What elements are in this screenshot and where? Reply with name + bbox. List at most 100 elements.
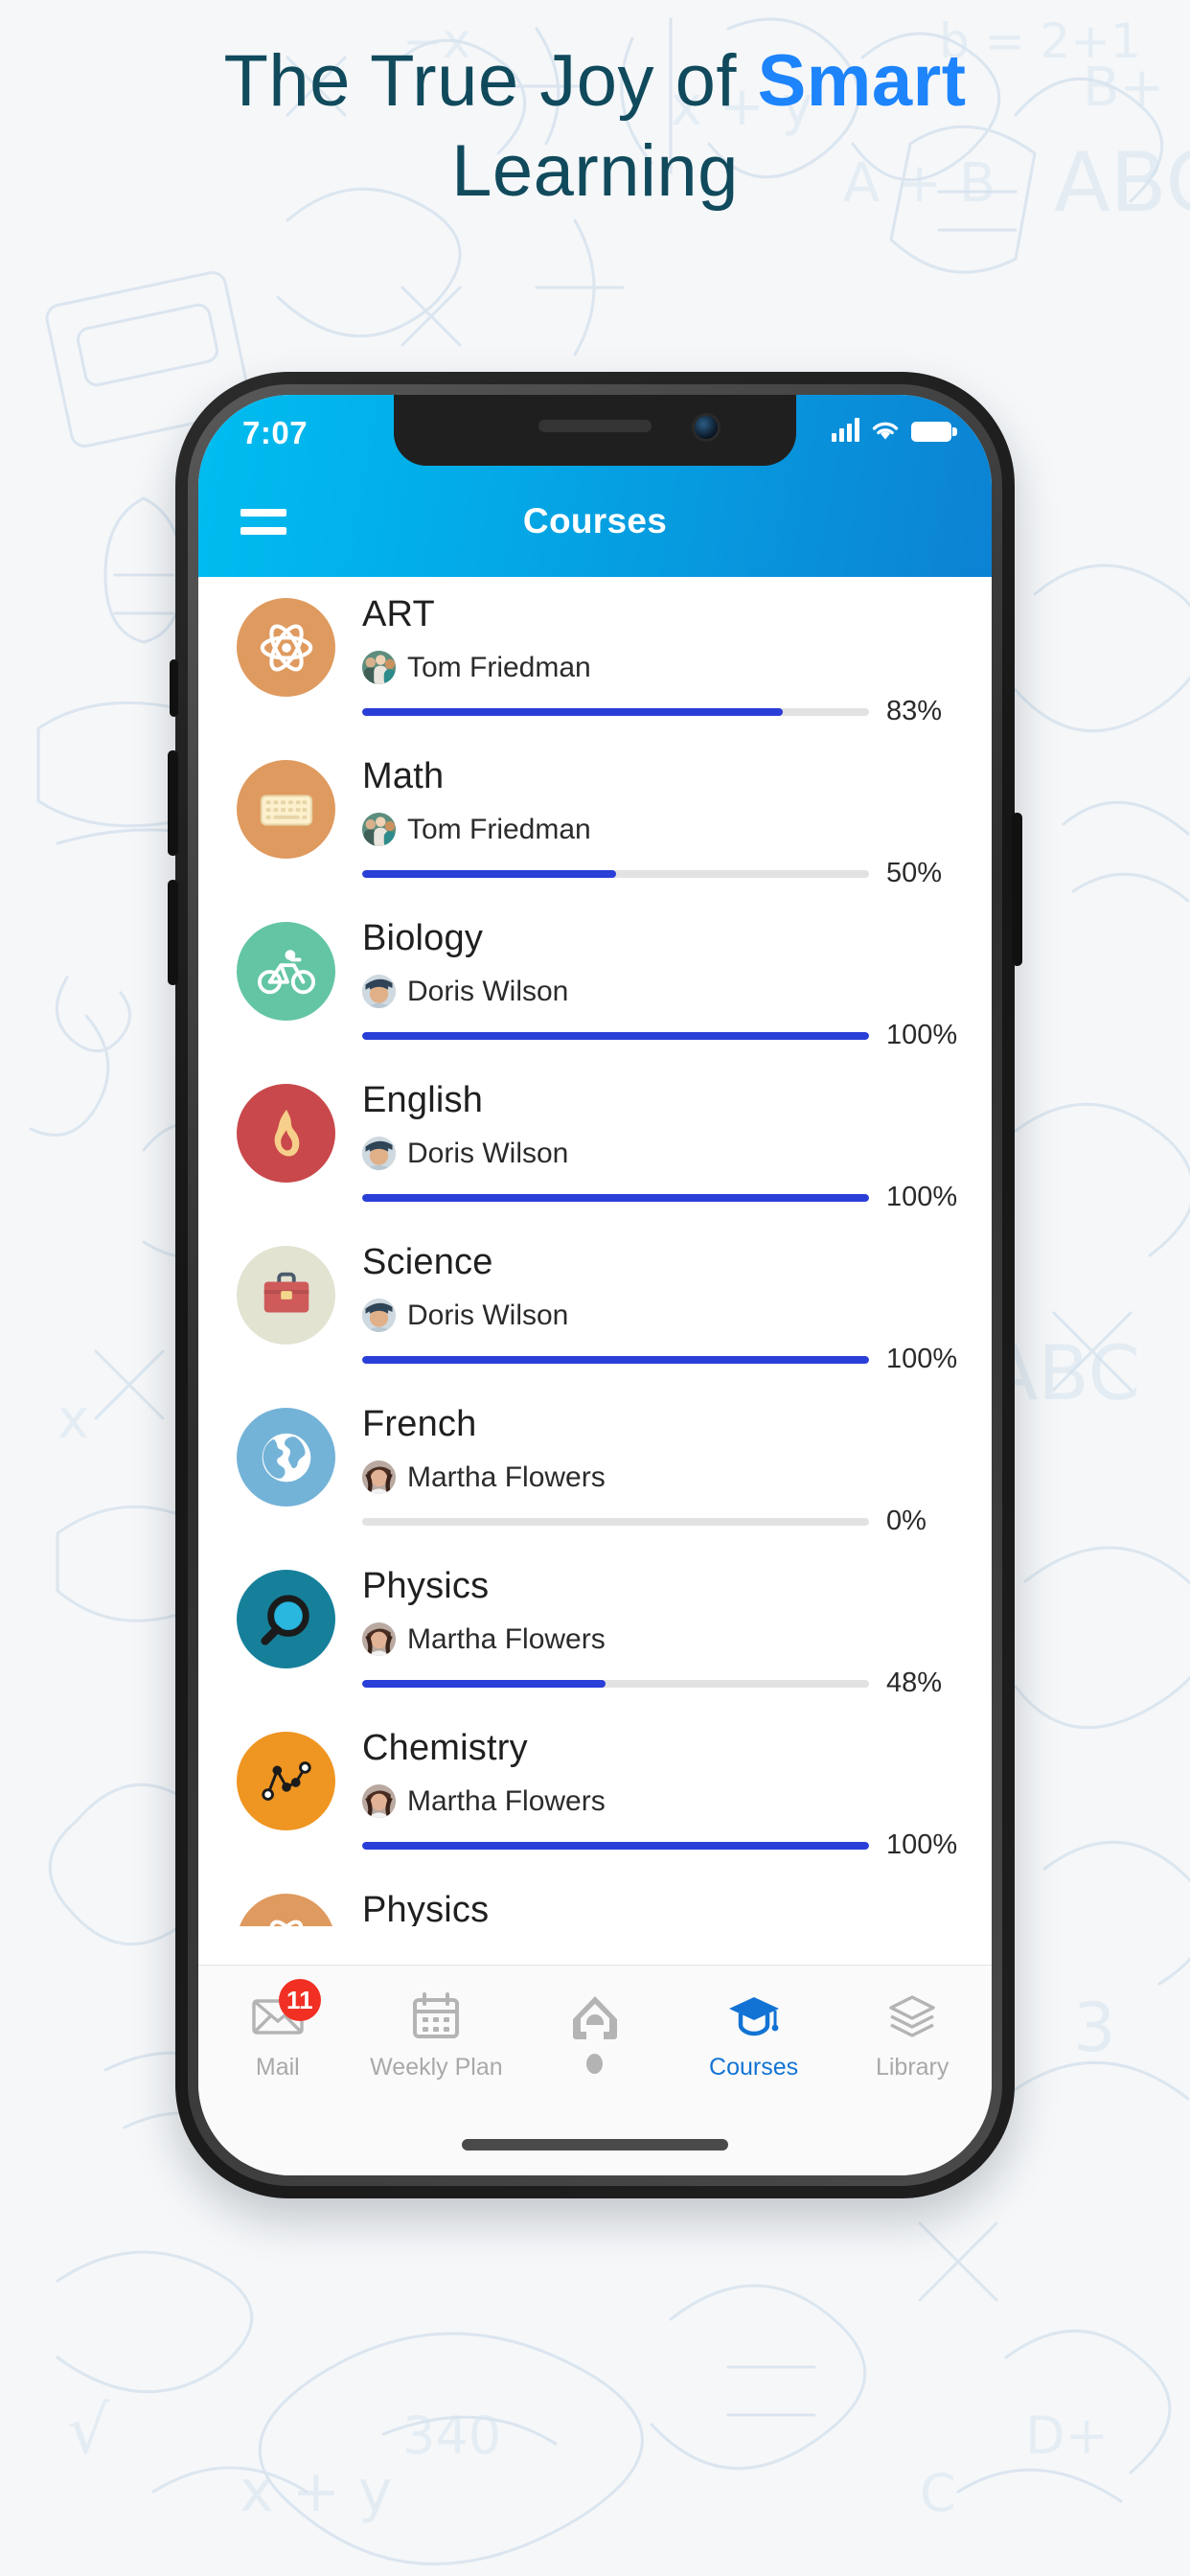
course-list-item[interactable]: Physics Martha Flowers 48%	[198, 1552, 992, 1714]
status-bar-indicators	[832, 418, 957, 442]
progress-percent-label: 100%	[886, 1020, 958, 1050]
teacher-name: Doris Wilson	[407, 1137, 569, 1169]
envelope-icon: 11	[250, 1979, 321, 2044]
course-name: Science	[362, 1242, 493, 1282]
course-list[interactable]: ART Tom Friedman 83% Math Tom Friedman 5…	[198, 577, 992, 1926]
teacher-name: Tom Friedman	[407, 813, 591, 845]
briefcase-icon	[237, 1246, 335, 1345]
progress-fill	[362, 1355, 869, 1364]
page-title: Courses	[522, 501, 668, 540]
course-name: Math	[362, 756, 445, 796]
course-progress: 0%	[362, 1506, 992, 1537]
nav-item-label: Library	[875, 2054, 950, 2081]
atom-icon	[237, 1894, 335, 1926]
course-progress: 100%	[362, 1182, 992, 1213]
course-list-item[interactable]: Math Tom Friedman 50%	[198, 743, 992, 905]
earpiece-speaker	[538, 420, 652, 432]
teacher-name: Doris Wilson	[407, 975, 569, 1007]
teacher-avatar	[362, 1460, 396, 1494]
nav-item-weekly-plan[interactable]: Weekly Plan	[357, 1989, 516, 2082]
phone-mockup: 7:07 Courses ART Tom Friedman 83% Math T…	[168, 372, 1022, 2198]
graduation-cap-icon	[726, 1989, 782, 2044]
flame-icon	[237, 1084, 335, 1183]
progress-percent-label: 83%	[886, 696, 943, 726]
teacher-avatar	[362, 1299, 396, 1332]
svg-text:D+: D+	[1025, 2405, 1109, 2466]
progress-track	[362, 1193, 869, 1202]
course-progress: 100%	[362, 1020, 992, 1051]
course-name: Physics	[362, 1566, 490, 1606]
phone-volume-down-button[interactable]	[168, 880, 178, 985]
nav-item-label: Courses	[709, 2054, 799, 2081]
phone-power-button[interactable]	[1012, 813, 1022, 966]
progress-fill	[362, 707, 784, 716]
line-chart-icon	[237, 1732, 335, 1830]
course-progress: 100%	[362, 1344, 992, 1375]
teacher-avatar	[362, 1784, 396, 1818]
teacher-avatar	[362, 1137, 396, 1170]
nav-item-label: Mail	[255, 2054, 300, 2081]
nav-item-home[interactable]	[515, 1989, 675, 2074]
course-list-item[interactable]: Chemistry Martha Flowers 100%	[198, 1714, 992, 1876]
progress-percent-label: 100%	[886, 1344, 958, 1374]
course-name: English	[362, 1080, 484, 1120]
course-name: ART	[362, 594, 435, 634]
svg-text:3: 3	[1073, 1989, 1116, 2067]
progress-track	[362, 1841, 869, 1850]
progress-fill	[362, 1841, 869, 1850]
app-bar: 7:07 Courses	[198, 395, 992, 577]
progress-percent-label: 100%	[886, 1829, 958, 1860]
phone-volume-up-button[interactable]	[168, 750, 178, 856]
phone-mute-switch[interactable]	[170, 659, 178, 717]
front-camera-icon	[695, 416, 718, 439]
course-list-item[interactable]: French Martha Flowers 0%	[198, 1391, 992, 1552]
progress-track	[362, 1355, 869, 1364]
teacher-avatar	[362, 1622, 396, 1656]
course-list-item[interactable]: English Doris Wilson 100%	[198, 1067, 992, 1229]
progress-track	[362, 1031, 869, 1040]
home-indicator	[462, 2139, 728, 2150]
cellular-bars-icon	[832, 418, 859, 442]
course-list-item[interactable]: Biology Doris Wilson 100%	[198, 905, 992, 1067]
course-progress: 100%	[362, 1829, 992, 1861]
teacher-avatar	[362, 813, 396, 846]
progress-track	[362, 1517, 869, 1526]
nav-item-label: Weekly Plan	[370, 2054, 503, 2081]
course-list-item[interactable]: Physics Doris Wilson 100%	[198, 1876, 992, 1926]
hero-heading: The True Joy of Smart Learning	[0, 36, 1190, 217]
course-progress: 50%	[362, 858, 992, 889]
home-icon	[567, 1989, 623, 2044]
course-name: Chemistry	[362, 1728, 528, 1768]
progress-track	[362, 707, 869, 716]
nav-item-mail[interactable]: 11 Mail	[198, 1979, 357, 2082]
teacher-name: Martha Flowers	[407, 1784, 606, 1817]
course-progress: 83%	[362, 696, 992, 727]
globe-icon	[237, 1408, 335, 1506]
svg-text:C: C	[920, 2463, 956, 2523]
teacher-avatar	[362, 651, 396, 684]
nav-item-courses[interactable]: Courses	[675, 1989, 834, 2082]
course-list-item[interactable]: ART Tom Friedman 83%	[198, 581, 992, 743]
progress-percent-label: 0%	[886, 1506, 927, 1536]
progress-fill	[362, 869, 616, 878]
atom-icon	[237, 598, 335, 697]
books-stack-icon	[884, 1989, 940, 2044]
svg-text:x + y: x + y	[240, 2458, 392, 2525]
course-name: Physics	[362, 1890, 490, 1926]
course-name: Biology	[362, 918, 484, 958]
svg-text:x: x	[57, 1389, 89, 1451]
calendar-icon	[408, 1989, 464, 2044]
progress-track	[362, 1679, 869, 1688]
progress-fill	[362, 1193, 869, 1202]
course-list-item[interactable]: Science Doris Wilson 100%	[198, 1229, 992, 1391]
teacher-name: Martha Flowers	[407, 1460, 606, 1493]
course-name: French	[362, 1404, 477, 1444]
wifi-icon	[872, 422, 899, 440]
hero-line-1: The True Joy of Smart	[0, 36, 1190, 126]
progress-percent-label: 48%	[886, 1668, 943, 1698]
svg-text:√: √	[67, 2391, 110, 2470]
nav-item-library[interactable]: Library	[833, 1989, 992, 2082]
progress-fill	[362, 1679, 606, 1688]
keyboard-icon	[237, 760, 335, 859]
phone-screen: 7:07 Courses ART Tom Friedman 83% Math T…	[198, 395, 992, 2175]
